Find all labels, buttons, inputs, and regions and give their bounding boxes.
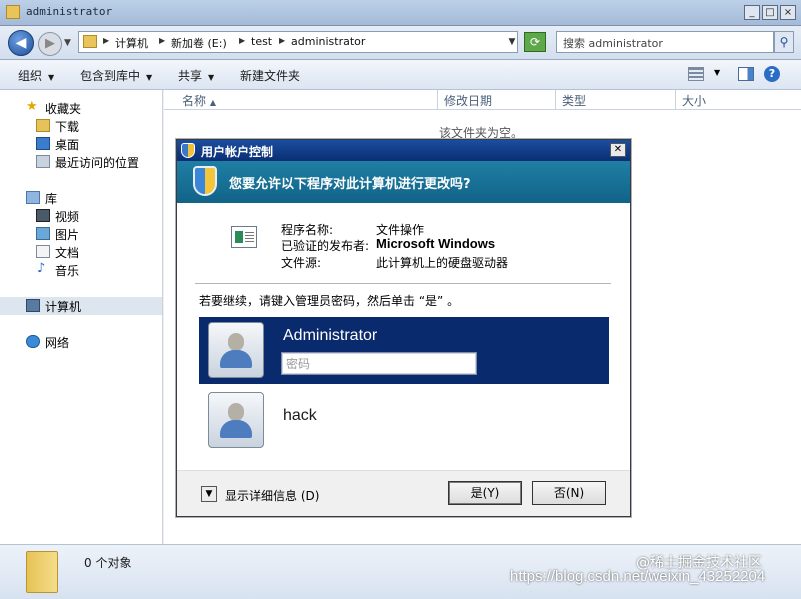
uac-dialog: 用户帐户控制 ✕ 您要允许以下程序对此计算机进行更改吗? 程序名称: 文件操作 … xyxy=(176,139,631,517)
watermark-url: https://blog.csdn.net/weixin_43252204 xyxy=(510,568,766,585)
publisher-value: Microsoft Windows xyxy=(376,236,496,251)
uac-title: 用户帐户控制 xyxy=(201,145,274,159)
account-tile-administrator[interactable]: Administrator xyxy=(199,317,609,384)
account-name: Administrator xyxy=(283,327,378,344)
shield-icon xyxy=(181,143,195,158)
close-button[interactable]: ✕ xyxy=(610,143,626,157)
uac-title-bar[interactable]: 用户帐户控制 ✕ xyxy=(177,140,630,161)
show-details-link[interactable]: 显示详细信息 (D) xyxy=(225,487,319,504)
account-name: hack xyxy=(283,407,317,424)
shield-icon xyxy=(193,166,217,196)
expand-details-icon[interactable]: ▼ xyxy=(201,486,217,502)
program-icon xyxy=(231,226,257,248)
program-name-label: 程序名称: xyxy=(281,223,334,237)
account-tile-hack[interactable]: hack xyxy=(199,389,609,451)
no-button[interactable]: 否(N) xyxy=(532,481,606,505)
user-avatar-icon xyxy=(208,322,264,378)
uac-question: 您要允许以下程序对此计算机进行更改吗? xyxy=(229,177,471,192)
yes-button[interactable]: 是(Y) xyxy=(448,481,522,505)
divider xyxy=(195,283,611,284)
file-origin-value: 此计算机上的硬盘驱动器 xyxy=(376,256,509,270)
file-origin-label: 文件源: xyxy=(281,256,322,270)
password-field[interactable] xyxy=(281,352,477,375)
uac-footer: ▼ 显示详细信息 (D) 是(Y) 否(N) xyxy=(177,470,630,516)
user-avatar-icon xyxy=(208,392,264,448)
uac-banner: 您要允许以下程序对此计算机进行更改吗? xyxy=(177,161,630,203)
uac-instruction: 若要继续，请键入管理员密码，然后单击 “是” 。 xyxy=(199,294,460,308)
publisher-label: 已验证的发布者: xyxy=(281,239,370,253)
